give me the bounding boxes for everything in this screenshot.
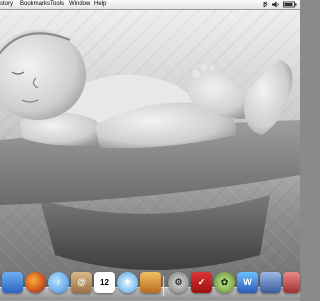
battery-icon[interactable] [283,1,297,8]
menu-help[interactable]: Help [94,0,106,9]
camino-icon[interactable]: ✿ [214,272,235,293]
preview-icon[interactable] [260,272,281,293]
iphoto-icon[interactable] [140,272,161,293]
menu-history[interactable]: story [0,0,13,9]
ical-icon[interactable]: 12 [94,272,115,293]
dock: ♪ @ 12 ✦ ⚙ ✓ ✿ W [0,264,300,301]
hat-crown [40,195,270,270]
bluetooth-icon[interactable] [262,1,269,8]
system-preferences-icon[interactable]: ⚙ [168,272,189,293]
address-book-icon[interactable]: @ [71,272,92,293]
itunes-icon[interactable]: ♪ [48,272,69,293]
volume-icon[interactable] [271,1,280,8]
stacks-icon[interactable] [283,272,300,293]
baby-photo [0,30,300,270]
desktop-wallpaper [0,10,300,300]
menu-tools[interactable]: Tools [50,0,64,9]
word-icon[interactable]: W [237,272,258,293]
menu-window[interactable]: Window [69,0,90,9]
ical-date: 12 [100,278,109,287]
menu-bar: story Bookmarks Tools Window Help [0,0,300,10]
firefox-icon[interactable] [25,272,46,293]
dock-separator [163,276,164,296]
xcode-icon[interactable]: ✦ [117,272,138,293]
acrobat-icon[interactable]: ✓ [191,272,212,293]
menu-bookmarks[interactable]: Bookmarks [20,0,50,9]
finder-icon[interactable] [2,272,23,293]
